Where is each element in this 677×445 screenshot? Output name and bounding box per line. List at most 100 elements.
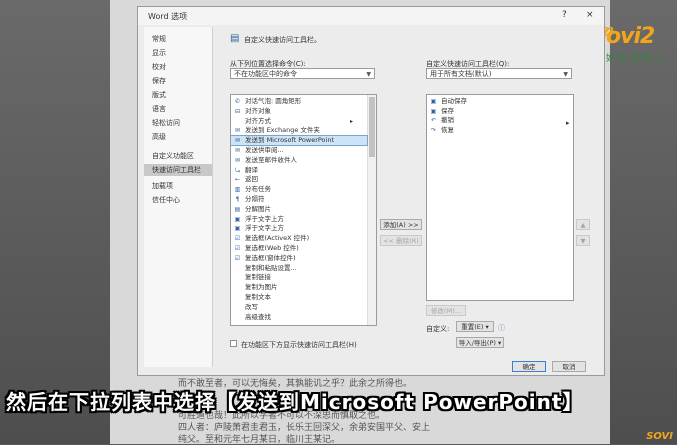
- doc-line: 纯父。至和元年七月某日，临川王某记。: [178, 435, 341, 445]
- command-icon: [234, 274, 241, 281]
- nav-item-trust-center[interactable]: 信任中心: [144, 194, 212, 206]
- command-item[interactable]: 改写: [231, 303, 367, 312]
- toolbar-item[interactable]: ↷ 恢复: [427, 126, 557, 135]
- move-down-button[interactable]: ▼: [576, 235, 590, 246]
- import-export-button[interactable]: 导入/导出(P) ▾: [456, 337, 504, 348]
- command-item[interactable]: ✉ 发送到 Microsoft PowerPoint: [231, 135, 368, 147]
- list-collapse-icon[interactable]: ▸: [566, 119, 570, 127]
- chevron-down-icon: ▼: [563, 71, 568, 78]
- toolbar-item-icon: ▣: [430, 98, 437, 105]
- command-label: 分隔符: [245, 195, 265, 203]
- command-item[interactable]: 对齐方式 ▸: [231, 117, 367, 126]
- command-label: 复制链接: [245, 273, 271, 282]
- toolbar-items-list[interactable]: ▸ ▣ 自动保存 ▣ 保存 ↶ 撤销 ↷ 恢复: [426, 94, 574, 301]
- toolbar-item-label: 自动保存: [441, 97, 467, 105]
- reset-button[interactable]: 重置(E) ▾: [456, 321, 494, 332]
- command-item[interactable]: ⊟ 对齐对象: [231, 107, 367, 116]
- toolbar-item-icon: ↶: [430, 117, 437, 124]
- command-icon: ▥: [234, 186, 241, 194]
- nav-item-quick-access-toolbar[interactable]: 快速访问工具栏: [144, 164, 212, 176]
- command-item[interactable]: 复制和粘贴设置...: [231, 264, 367, 273]
- command-label: 发送到 Exchange 文件夹: [245, 126, 320, 135]
- chevron-down-icon: ▼: [366, 71, 371, 78]
- commands-list[interactable]: ✆ 对话气泡: 圆角矩形 ⊟ 对齐对象 对齐方式 ▸ ✉ 发送到 Exchange 文件夹 ✉ 发…: [230, 94, 377, 326]
- command-item[interactable]: ✉ 发送至邮件收件人: [231, 156, 367, 165]
- command-label: 复制文本: [245, 293, 271, 301]
- scrollbar-thumb[interactable]: [369, 97, 375, 157]
- add-button[interactable]: 添加(A) >>: [380, 219, 422, 230]
- command-label: 发送到 Microsoft PowerPoint: [245, 136, 335, 145]
- nav-item-language[interactable]: 语言: [144, 103, 212, 115]
- corner-logo: SOVI: [646, 431, 673, 442]
- customize-toolbar-dropdown[interactable]: 用于所有文档(默认) ▼: [426, 68, 572, 79]
- toolbar-item[interactable]: ▣ 自动保存: [427, 97, 557, 106]
- nav-item-add-ins[interactable]: 加载项: [144, 180, 212, 192]
- command-label: 改写: [245, 302, 258, 311]
- command-label: 翻译: [245, 165, 258, 174]
- command-icon: ✉: [234, 156, 241, 164]
- nav-item-accessibility[interactable]: 轻松访问: [144, 117, 212, 129]
- command-label: 分解图片: [245, 204, 271, 213]
- modify-button[interactable]: 修改(M)...: [426, 305, 466, 316]
- nav-item-layout[interactable]: 版式: [144, 89, 212, 101]
- command-item[interactable]: ☑ 复选框(Web 控件): [231, 244, 367, 253]
- ok-button[interactable]: 确定: [512, 361, 546, 372]
- show-below-ribbon-checkbox[interactable]: [230, 340, 237, 347]
- commands-scrollbar[interactable]: [367, 95, 376, 325]
- command-item[interactable]: ⤿ 翻译: [231, 166, 367, 175]
- command-icon: [234, 265, 241, 272]
- section-header: 自定义快速访问工具栏。: [244, 36, 321, 44]
- command-item[interactable]: ← 返回: [231, 175, 367, 184]
- word-options-dialog: Word 选项 ? × 常规 显示 校对 保存 版式 语言 轻松访问 高级 自定…: [137, 6, 605, 376]
- options-nav: 常规 显示 校对 保存 版式 语言 轻松访问 高级 自定义功能区 快速访问工具栏…: [144, 27, 213, 367]
- nav-item-proofing[interactable]: 校对: [144, 61, 212, 73]
- nav-item-save[interactable]: 保存: [144, 75, 212, 87]
- toolbar-icon: ▤: [230, 33, 240, 44]
- command-item[interactable]: 复制链接: [231, 273, 367, 282]
- toolbar-item-icon: ▣: [430, 107, 437, 115]
- command-icon: ⤿: [235, 166, 240, 174]
- command-item[interactable]: ✉ 发送供审阅...: [231, 146, 367, 155]
- logo-sub: 好生活好二: [606, 54, 667, 64]
- customize-toolbar-value: 用于所有文档(默认): [430, 70, 492, 78]
- move-up-button[interactable]: ▲: [576, 219, 590, 230]
- command-icon: ✉: [234, 147, 241, 154]
- choose-commands-dropdown[interactable]: 不在功能区中的命令 ▼: [230, 68, 375, 79]
- nav-item-general[interactable]: 常规: [144, 33, 212, 45]
- command-item[interactable]: ✆ 对话气泡: 圆角矩形: [231, 97, 367, 106]
- command-icon: ⊟: [234, 107, 241, 115]
- toolbar-item[interactable]: ▣ 保存: [427, 107, 557, 116]
- command-item[interactable]: 高级查找: [231, 313, 367, 322]
- command-item[interactable]: ☑ 复选框(窗体控件): [231, 254, 367, 263]
- nav-item-customize-ribbon[interactable]: 自定义功能区: [144, 150, 212, 162]
- command-icon: [234, 284, 241, 291]
- help-button[interactable]: ?: [562, 10, 567, 20]
- command-item[interactable]: ✉ 发送到 Exchange 文件夹: [231, 126, 367, 135]
- command-icon: [234, 304, 241, 311]
- nav-item-advanced[interactable]: 高级: [144, 131, 212, 143]
- close-button[interactable]: ×: [586, 10, 594, 20]
- command-label: 复制为图片: [245, 283, 278, 292]
- toolbar-item-icon: ↷: [430, 126, 437, 134]
- command-label: 分布任务: [245, 185, 271, 194]
- command-item[interactable]: ▥ 分布任务: [231, 185, 367, 194]
- command-label: 对话气泡: 圆角矩形: [245, 97, 302, 105]
- command-icon: ¶: [235, 196, 240, 203]
- command-label: 高级查找: [245, 312, 271, 321]
- command-item[interactable]: 复制文本: [231, 293, 367, 302]
- command-label: 复选框(窗体控件): [245, 253, 296, 262]
- command-item[interactable]: ¶ 分隔符: [231, 195, 367, 204]
- command-item[interactable]: ▣ 浮于文字上方: [231, 215, 367, 224]
- info-icon: ⓘ: [498, 324, 505, 332]
- toolbar-item[interactable]: ↶ 撤销: [427, 116, 557, 125]
- command-icon: ▣: [234, 215, 241, 223]
- command-item[interactable]: ▤ 分解图片: [231, 205, 367, 214]
- cancel-button[interactable]: 取消: [552, 361, 586, 372]
- submenu-arrow-icon: ▸: [349, 117, 353, 125]
- command-item[interactable]: ☑ 复选框(ActiveX 控件): [231, 234, 367, 243]
- remove-button[interactable]: << 删除(R): [380, 235, 422, 246]
- command-item[interactable]: 复制为图片: [231, 283, 367, 292]
- video-caption: 然后在下拉列表中选择【发送到Microsoft PowerPoint】: [6, 390, 584, 414]
- command-item[interactable]: ▣ 浮于文字上方: [231, 224, 367, 233]
- nav-item-display[interactable]: 显示: [144, 47, 212, 59]
